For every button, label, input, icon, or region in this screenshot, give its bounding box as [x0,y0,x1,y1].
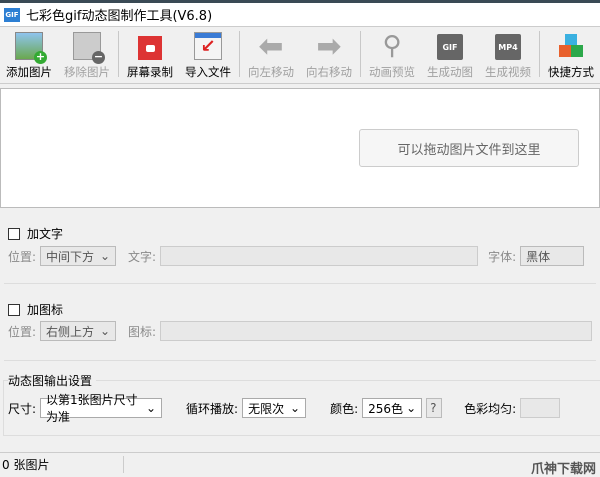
generate-gif-button[interactable]: GIF 生成动图 [421,27,479,83]
add-text-checkbox[interactable]: 加文字 [8,225,63,242]
screen-record-button[interactable]: 屏幕录制 [121,27,179,83]
import-file-icon: ↙ [194,32,222,60]
checkbox-icon [8,227,20,240]
loop-value: 无限次 [248,401,285,416]
magnifier-icon: ⚲ [382,31,402,61]
move-left-button[interactable]: ⬅ 向左移动 [242,27,300,83]
chevron-down-icon: ⌄ [406,401,417,415]
color-value: 256色 [368,401,404,416]
balance-label: 色彩均匀: [464,401,517,416]
watermark: 爪神下载网 [530,462,596,477]
chevron-down-icon: ⌄ [99,324,111,338]
image-drop-area[interactable]: 可以拖动图片文件到这里 [0,88,600,208]
move-right-button[interactable]: ➡ 向右移动 [300,27,358,83]
toolbar: + 添加图片 − 移除图片 屏幕录制 ↙ 导入文件 ⬅ 向左移动 ➡ 向右移动 ⚲ 动画预览… [0,26,600,84]
chevron-down-icon: ⌄ [290,401,301,415]
toolbar-separator [239,31,240,77]
icon-position-select[interactable]: 右侧上方 ⌄ [40,321,117,341]
icon-input[interactable] [160,321,593,341]
image-count: 0 张图片 [0,455,124,473]
drop-hint-button[interactable]: 可以拖动图片文件到这里 [359,129,579,167]
gif-icon: GIF [437,34,463,60]
remove-image-label: 移除图片 [64,65,110,79]
screen-record-label: 屏幕录制 [127,65,173,79]
text-label: 文字: [128,249,157,264]
add-icon-checkbox[interactable]: 加图标 [8,301,63,318]
divider [4,360,596,361]
divider [4,283,596,284]
add-image-icon: + [15,32,47,64]
move-left-label: 向左移动 [248,65,294,79]
icon-position-label: 位置: [8,324,37,339]
arrow-left-icon: ⬅ [258,28,284,64]
color-label: 颜色: [330,401,359,416]
size-label: 尺寸: [8,401,37,416]
shortcut-label: 快捷方式 [548,65,594,79]
text-input[interactable] [160,246,479,266]
chevron-down-icon: ⌄ [145,401,157,415]
font-label: 字体: [488,249,517,264]
title-bar: GIF 七彩色gif动态图制作工具(V6.8) [0,0,600,26]
remove-image-icon: − [73,32,105,64]
toolbar-separator [360,31,361,77]
balance-input[interactable] [520,398,561,418]
loop-label: 循环播放: [186,401,239,416]
color-help-button[interactable]: ? [426,398,443,418]
checkbox-icon [8,303,20,316]
add-image-button[interactable]: + 添加图片 [0,27,58,83]
move-right-label: 向右移动 [306,65,352,79]
color-select[interactable]: 256色 ⌄ [362,398,423,418]
font-value: 黑体 [526,249,551,264]
preview-button[interactable]: ⚲ 动画预览 [363,27,421,83]
screen-record-icon [138,36,162,60]
text-position-select[interactable]: 中间下方 ⌄ [40,246,117,266]
mp4-icon: MP4 [495,34,521,60]
size-select[interactable]: 以第1张图片尺寸为准 ⌄ [40,393,163,424]
toolbar-separator [539,31,540,77]
shortcut-button[interactable]: 快捷方式 [542,27,600,83]
loop-select[interactable]: 无限次 ⌄ [242,398,307,418]
status-bar: 0 张图片 [0,452,600,475]
text-position-value: 中间下方 [46,249,95,264]
app-icon: GIF [4,7,20,22]
icon-label: 图标: [128,324,157,339]
size-value: 以第1张图片尺寸为准 [46,393,138,424]
remove-image-button[interactable]: − 移除图片 [58,27,116,83]
generate-video-button[interactable]: MP4 生成视频 [479,27,537,83]
cubes-icon [557,32,585,60]
import-file-label: 导入文件 [185,65,231,79]
text-position-label: 位置: [8,249,37,264]
font-select[interactable]: 黑体 [520,246,585,266]
add-text-label: 加文字 [27,227,64,241]
output-settings-title: 动态图输出设置 [8,372,97,389]
generate-gif-label: 生成动图 [427,65,473,79]
import-file-button[interactable]: ↙ 导入文件 [179,27,237,83]
preview-label: 动画预览 [369,65,415,79]
add-image-label: 添加图片 [6,65,52,79]
chevron-down-icon: ⌄ [99,249,111,263]
generate-video-label: 生成视频 [485,65,531,79]
arrow-right-icon: ➡ [316,28,342,64]
window-title: 七彩色gif动态图制作工具(V6.8) [26,9,213,24]
add-icon-label: 加图标 [27,303,64,317]
icon-position-value: 右侧上方 [46,324,95,339]
toolbar-separator [118,31,119,77]
